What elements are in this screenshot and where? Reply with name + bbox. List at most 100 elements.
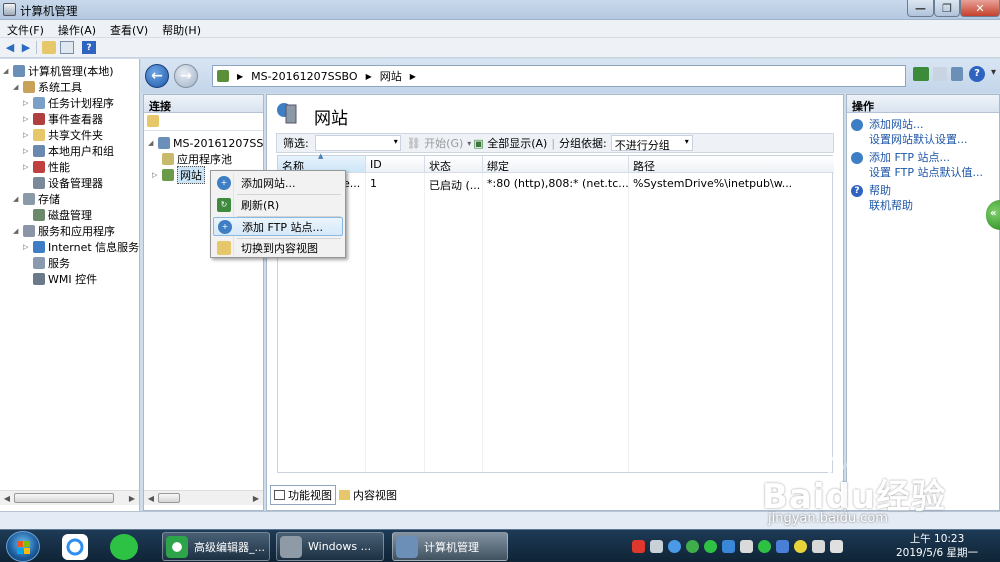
scroll-thumb[interactable] <box>158 493 180 503</box>
tree-horizontal-scrollbar[interactable]: ◀ ▶ <box>0 490 139 505</box>
taskbar-app-computer-management[interactable]: 计算机管理 <box>392 532 508 561</box>
collapse-icon[interactable]: ◢ <box>13 195 21 203</box>
column-header-binding[interactable]: 绑定 <box>483 156 629 173</box>
menu-action[interactable]: 操作(A) <box>51 20 103 38</box>
tray-icon[interactable] <box>794 540 807 553</box>
breadcrumb-sites[interactable]: 网站 <box>380 68 402 84</box>
tree-item[interactable]: ◢ 系统工具 <box>13 79 82 95</box>
taskbar-app-editor[interactable]: 高级编辑器_... <box>162 532 270 561</box>
expand-icon[interactable]: ▷ <box>23 115 31 123</box>
tray-icon[interactable] <box>722 540 735 553</box>
menu-file[interactable]: 文件(F) <box>0 20 51 38</box>
collapse-icon[interactable]: ◢ <box>13 83 21 91</box>
ctx-switch-content-view[interactable]: 切换到内容视图 <box>213 238 343 257</box>
tree-item[interactable]: 服务 <box>23 255 70 271</box>
help-nav-icon[interactable]: ? <box>969 66 985 82</box>
bluetooth-icon[interactable] <box>776 540 789 553</box>
dropdown-arrow-icon[interactable]: ▾ <box>685 137 689 146</box>
menu-help[interactable]: 帮助(H) <box>155 20 208 38</box>
filter-input[interactable]: ▾ <box>314 135 401 151</box>
scroll-left-icon[interactable]: ◀ <box>0 494 14 503</box>
collapse-icon[interactable]: ◢ <box>148 139 156 147</box>
home-icon[interactable] <box>951 67 963 81</box>
tab-content-view[interactable]: 内容视图 <box>336 486 400 504</box>
scroll-right-icon[interactable]: ▶ <box>249 494 263 503</box>
address-bar[interactable]: ▶ MS-20161207SSBO ▶ 网站 ▶ <box>212 65 906 87</box>
tree-item[interactable]: WMI 控件 <box>23 271 97 287</box>
connections-horizontal-scrollbar[interactable]: ◀ ▶ <box>144 490 263 505</box>
action-online-help[interactable]: 联机帮助 <box>851 198 913 213</box>
action-ftp-defaults[interactable]: 设置 FTP 站点默认值... <box>851 165 983 180</box>
group-by-select[interactable]: 不进行分组 ▾ <box>610 135 693 152</box>
wechat-icon[interactable] <box>110 534 138 560</box>
expand-icon[interactable]: ▷ <box>23 163 31 171</box>
column-header-id[interactable]: ID <box>366 156 425 173</box>
nav-forward-button[interactable]: → <box>174 64 198 88</box>
back-icon[interactable]: ◀ <box>3 41 17 54</box>
action-website-defaults[interactable]: 设置网站默认设置... <box>851 132 968 147</box>
scroll-thumb[interactable] <box>14 493 114 503</box>
sogou-icon[interactable] <box>632 540 645 553</box>
tree-item[interactable]: ◢ 存储 <box>13 191 60 207</box>
expand-icon[interactable]: ▷ <box>23 243 31 251</box>
maximize-button[interactable]: ❐ <box>934 0 960 17</box>
expand-icon[interactable]: ▷ <box>23 147 31 155</box>
expand-icon[interactable]: ▷ <box>23 99 31 107</box>
wechat-tray-icon[interactable] <box>758 540 771 553</box>
start-filter-button[interactable]: ⛓ 开始(G) <box>407 135 464 151</box>
tree-item[interactable]: ▷ 事件查看器 <box>23 111 103 127</box>
action-add-ftp-site[interactable]: 添加 FTP 站点... <box>851 150 983 165</box>
action-add-website[interactable]: 添加网站... <box>851 117 968 132</box>
menu-view[interactable]: 查看(V) <box>103 20 155 38</box>
help-toolbar-icon[interactable]: ? <box>82 41 96 54</box>
dropdown-arrow-icon[interactable]: ▾ <box>467 139 471 148</box>
column-header-status[interactable]: 状态 <box>425 156 483 173</box>
nav-back-button[interactable]: ← <box>145 64 169 88</box>
tree-app-pool[interactable]: 应用程序池 <box>162 151 232 167</box>
ctx-add-ftp-site[interactable]: + 添加 FTP 站点... <box>213 217 343 236</box>
tree-item[interactable]: ▷ 任务计划程序 <box>23 95 114 111</box>
tree-item[interactable]: ▷ Internet 信息服务 <box>23 239 139 255</box>
up-folder-icon[interactable] <box>42 41 56 54</box>
ctx-refresh[interactable]: ↻ 刷新(R) <box>213 195 343 214</box>
tree-server[interactable]: ◢ MS-20161207SS <box>148 135 263 151</box>
menu-dropdown-icon[interactable]: ▾ <box>991 67 996 78</box>
collapse-icon[interactable]: ◢ <box>13 227 21 235</box>
start-button[interactable] <box>6 531 40 562</box>
show-hide-tree-icon[interactable] <box>60 41 74 54</box>
tree-item[interactable]: ◢ 服务和应用程序 <box>13 223 115 239</box>
tray-icon[interactable] <box>704 540 717 553</box>
show-all-button[interactable]: ▣ 全部显示(A) <box>473 135 547 151</box>
go-icon[interactable] <box>913 67 929 81</box>
tree-item[interactable]: ◢ 计算机管理(本地) <box>3 63 114 79</box>
scroll-right-icon[interactable]: ▶ <box>125 494 139 503</box>
breadcrumb-server[interactable]: MS-20161207SSBO <box>251 70 357 83</box>
tree-item[interactable]: ▷ 共享文件夹 <box>23 127 103 143</box>
volume-icon[interactable] <box>740 540 753 553</box>
column-header-path[interactable]: 路径 <box>629 156 834 173</box>
expand-icon[interactable]: ▷ <box>23 131 31 139</box>
tree-sites[interactable]: ▷ 网站 <box>152 166 205 184</box>
dropdown-arrow-icon[interactable]: ▾ <box>394 137 398 146</box>
stop-icon[interactable] <box>933 67 947 81</box>
forward-icon[interactable]: ▶ <box>19 41 33 54</box>
tree-item[interactable]: 设备管理器 <box>23 175 103 191</box>
scroll-left-icon[interactable]: ◀ <box>144 494 158 503</box>
minimize-button[interactable]: — <box>907 0 934 17</box>
clock[interactable]: 上午 10:23 2019/5/6 星期一 <box>894 532 980 560</box>
collapse-icon[interactable]: ◢ <box>3 67 11 75</box>
tab-features-view[interactable]: 功能视图 <box>270 485 336 505</box>
network-icon[interactable] <box>830 540 843 553</box>
create-connection-icon[interactable] <box>147 115 159 127</box>
taskbar-app-windows[interactable]: Windows ... <box>276 532 384 561</box>
tray-icon[interactable] <box>650 540 663 553</box>
tray-icon[interactable] <box>668 540 681 553</box>
tree-item[interactable]: ▷ 性能 <box>23 159 70 175</box>
expand-icon[interactable]: ▷ <box>152 171 160 179</box>
tree-item[interactable]: 磁盘管理 <box>23 207 92 223</box>
pinned-app-icon[interactable] <box>62 534 88 560</box>
ctx-add-website[interactable]: + 添加网站... <box>213 173 343 192</box>
tree-item[interactable]: ▷ 本地用户和组 <box>23 143 114 159</box>
battery-icon[interactable] <box>812 540 825 553</box>
close-button[interactable]: ✕ <box>960 0 1000 17</box>
